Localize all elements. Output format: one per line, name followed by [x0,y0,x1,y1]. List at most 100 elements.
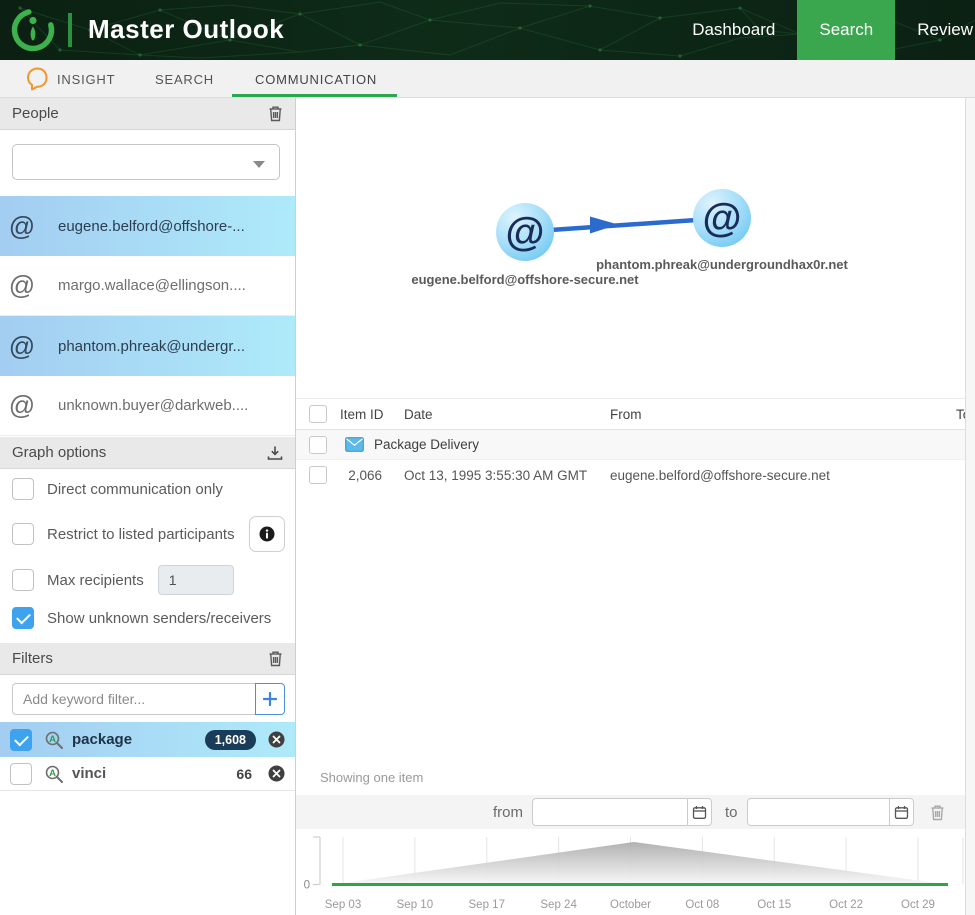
tab-insight[interactable]: INSIGHT [57,60,115,98]
active-tab-underline [232,94,397,97]
graph-edge-arrowhead [590,217,618,234]
option-show-unknown: Show unknown senders/receivers [12,607,288,629]
show-unknown-checkbox[interactable] [12,607,34,629]
option-restrict-participants: Restrict to listed participants [12,516,288,552]
filter-count-badge: 1,608 [205,730,256,750]
filter-keyword: package [72,731,132,748]
option-direct-communication: Direct communication only [12,478,288,500]
date-range-bar: from to [296,795,965,829]
to-date-input[interactable] [747,798,889,826]
remove-filter-icon[interactable] [268,731,285,748]
select-all-checkbox[interactable] [309,405,327,423]
logo-divider [68,13,72,47]
x-tick-label: Sep 10 [397,899,433,911]
sidebar: People @ eugene.belford@offshore-... @ m… [0,98,296,915]
x-tick-label: Oct 22 [829,899,863,911]
to-label: to [725,804,738,821]
at-icon: @ [505,210,544,254]
x-tick-label: Sep 24 [540,899,577,911]
download-graph-icon[interactable] [267,445,283,461]
vertical-scrollbar[interactable] [965,98,975,915]
direct-communication-label: Direct communication only [47,481,223,498]
info-icon [258,525,276,543]
graph-options-header: Graph options [0,437,295,469]
app-title: Master Outlook [88,14,284,45]
x-tick-label: Oct 08 [685,899,719,911]
graph-options-title: Graph options [12,444,106,461]
person-item[interactable]: @ phantom.phreak@undergr... [0,316,295,376]
table-row[interactable]: 2,066 Oct 13, 1995 3:55:30 AM GMT eugene… [296,460,965,490]
column-to[interactable]: To [956,407,965,422]
max-recipients-label: Max recipients [47,572,144,589]
option-max-recipients: Max recipients [12,565,288,595]
graph-node-sender[interactable]: @ [496,203,554,261]
main-panel: @ @ eugene.belford@offshore-secure.net p… [296,98,965,915]
nav-dashboard[interactable]: Dashboard [670,0,797,60]
graph-node-receiver[interactable]: @ [693,189,751,247]
restrict-participants-checkbox[interactable] [12,523,34,545]
column-from[interactable]: From [610,407,956,422]
x-tick-label: October [610,899,651,911]
from-calendar-icon[interactable] [687,798,712,826]
person-item[interactable]: @ unknown.buyer@darkweb.... [0,376,295,436]
add-filter-button[interactable] [255,683,285,715]
people-clear-trash-icon[interactable] [268,105,283,122]
graph-node-label: phantom.phreak@undergroundhax0r.net [596,257,848,272]
show-unknown-label: Show unknown senders/receivers [47,610,271,627]
nav-review[interactable]: Review [895,0,975,60]
communication-graph: @ @ eugene.belford@offshore-secure.net p… [296,98,965,388]
at-icon: @ [702,196,741,240]
svg-text:A: A [49,768,56,779]
plus-icon [263,692,277,706]
person-item[interactable]: @ eugene.belford@offshore-... [0,196,295,256]
cell-item-id: 2,066 [340,468,404,483]
at-icon: @ [0,270,44,301]
clear-date-range-trash-icon[interactable] [930,804,945,821]
column-item-id[interactable]: Item ID [340,407,404,422]
remove-filter-icon[interactable] [268,765,285,782]
from-date-input[interactable] [532,798,687,826]
header-nav: Dashboard Search Review [670,0,975,60]
filters-title: Filters [12,650,53,667]
to-calendar-icon[interactable] [889,798,914,826]
chevron-down-icon [253,161,265,168]
filter-item-package[interactable]: A package 1,608 [0,722,295,757]
keyword-filter-input[interactable] [12,683,255,715]
column-date[interactable]: Date [404,407,610,422]
graph-edge [536,219,711,231]
group-checkbox[interactable] [309,436,327,454]
results-table: Item ID Date From To Package Delivery 2,… [296,398,965,490]
app-header: Master Outlook Dashboard Search Review [0,0,975,60]
person-email: phantom.phreak@undergr... [58,338,245,355]
filters-clear-trash-icon[interactable] [268,650,283,667]
row-checkbox[interactable] [309,466,327,484]
filter-vinci-checkbox[interactable] [10,763,32,785]
filter-item-vinci[interactable]: A vinci 66 [0,757,295,791]
y-tick-label: 0 [304,880,310,892]
max-recipients-input[interactable] [158,565,234,595]
nav-search[interactable]: Search [797,0,895,60]
status-text: Showing one item [320,770,423,785]
app-logo-icon [9,6,57,54]
person-item[interactable]: @ margo.wallace@ellingson.... [0,256,295,316]
keyword-search-icon: A [44,764,64,784]
group-subject: Package Delivery [374,437,479,452]
restrict-participants-label: Restrict to listed participants [47,526,235,543]
people-title: People [12,105,59,122]
people-list: @ eugene.belford@offshore-... @ margo.wa… [0,196,295,436]
at-icon: @ [0,211,44,242]
direct-communication-checkbox[interactable] [12,478,34,500]
table-group-row[interactable]: Package Delivery [296,430,965,460]
filters-section-header: Filters [0,643,295,675]
restrict-info-button[interactable] [249,516,285,552]
tab-communication[interactable]: COMMUNICATION [255,60,377,98]
filter-package-checkbox[interactable] [10,729,32,751]
volume-area [332,842,948,885]
graph-node-label: eugene.belford@offshore-secure.net [411,272,639,287]
x-tick-label: Sep 17 [469,899,505,911]
max-recipients-checkbox[interactable] [12,569,34,591]
filter-count: 66 [236,766,252,782]
people-select[interactable] [12,144,280,180]
x-tick-label: Oct 29 [901,899,935,911]
tab-search[interactable]: SEARCH [155,60,214,98]
